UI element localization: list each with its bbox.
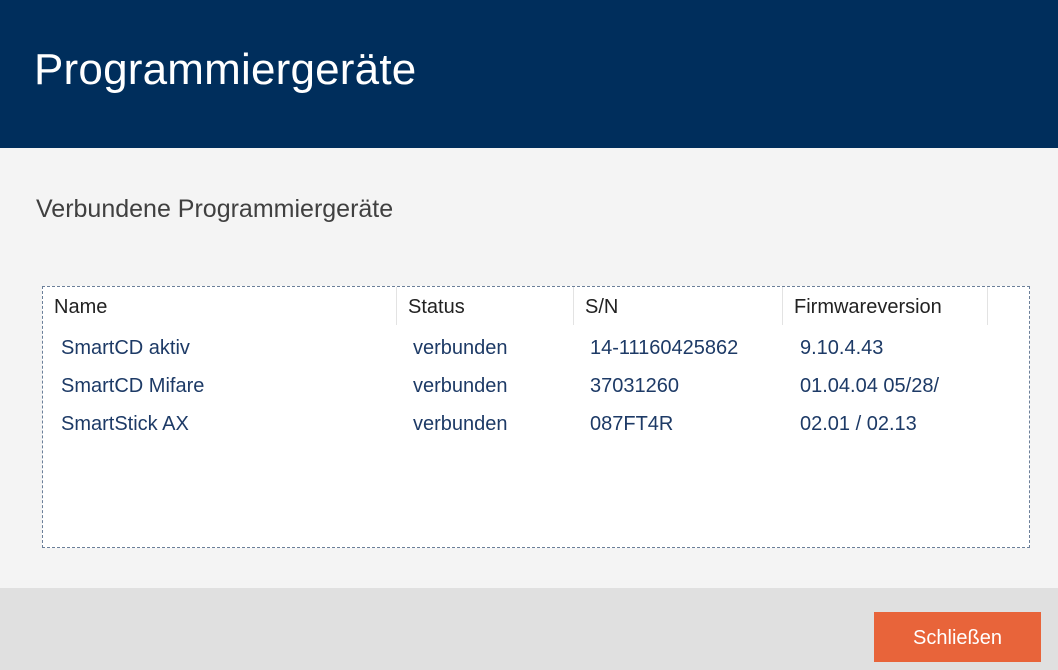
table-row[interactable]: SmartCD aktiv verbunden 14-11160425862 9…: [43, 329, 1029, 367]
column-header-firmware-version[interactable]: Firmwareversion: [783, 287, 988, 325]
column-header-status[interactable]: Status: [397, 287, 574, 325]
column-header-name[interactable]: Name: [43, 287, 397, 325]
device-name: SmartCD aktiv: [61, 337, 190, 359]
table-row[interactable]: SmartCD Mifare verbunden 37031260 01.04.…: [43, 367, 1029, 405]
device-status: verbunden: [413, 375, 508, 397]
device-serial-number: 37031260: [590, 375, 679, 397]
list-rows: SmartCD aktiv verbunden 14-11160425862 9…: [43, 329, 1029, 443]
table-row[interactable]: SmartStick AX verbunden 087FT4R 02.01 / …: [43, 405, 1029, 443]
list-header: Name Status S/N Firmwareversion: [43, 287, 1029, 325]
device-serial-number: 087FT4R: [590, 413, 674, 435]
dialog-footer: Schließen: [0, 588, 1058, 670]
close-button[interactable]: Schließen: [874, 612, 1041, 662]
devices-list[interactable]: Name Status S/N Firmwareversion SmartCD …: [42, 286, 1030, 548]
device-name: SmartStick AX: [61, 413, 189, 435]
device-firmware-version: 9.10.4.43: [800, 337, 884, 359]
device-status: verbunden: [413, 413, 508, 435]
section-title: Verbundene Programmiergeräte: [36, 195, 394, 223]
device-firmware-version: 01.04.04 05/28/: [800, 375, 940, 397]
window-title: Programmiergeräte: [34, 45, 417, 94]
device-status: verbunden: [413, 337, 508, 359]
device-serial-number: 14-11160425862: [590, 337, 739, 359]
dialog-content: Verbundene Programmiergeräte Name Status…: [0, 148, 1058, 588]
column-header-serial-number[interactable]: S/N: [574, 287, 783, 325]
title-bar: Programmiergeräte: [0, 0, 1058, 148]
device-name: SmartCD Mifare: [61, 375, 205, 397]
programmer-devices-dialog: Programmiergeräte Verbundene Programmier…: [0, 0, 1058, 670]
device-firmware-version: 02.01 / 02.13: [800, 413, 917, 435]
